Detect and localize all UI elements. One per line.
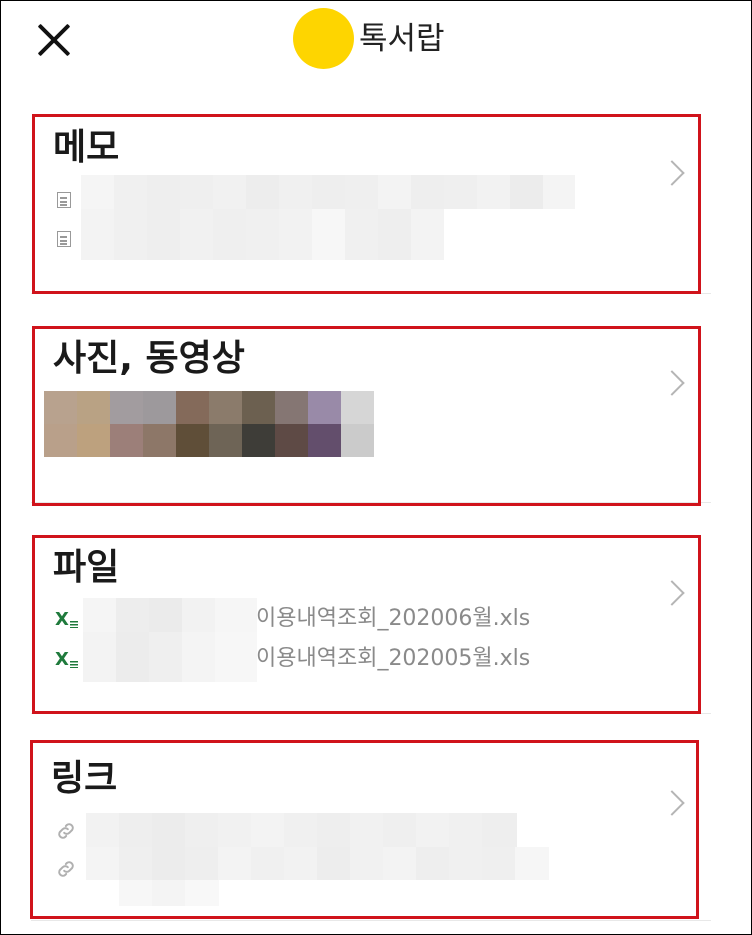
memo-icon — [57, 231, 71, 247]
app-frame: 톡서랍 메모 사진, 동영상 파일 X 이용내역조회_202006월.xls X… — [0, 0, 752, 935]
avatar — [293, 8, 354, 69]
memo-icon — [57, 192, 71, 208]
link-icon — [58, 861, 74, 877]
divider — [31, 920, 711, 921]
media-section[interactable]: 사진, 동영상 — [32, 326, 701, 506]
memo-section[interactable]: 메모 — [32, 114, 701, 294]
page-title: 톡서랍 — [359, 21, 445, 57]
memo-preview-blurred — [81, 209, 444, 260]
excel-icon: X — [55, 611, 79, 629]
link-preview-blurred — [86, 813, 517, 847]
close-icon[interactable] — [35, 21, 73, 59]
chevron-right-icon[interactable] — [659, 160, 685, 186]
media-thumbnails-blurred — [44, 391, 374, 457]
chevron-right-icon[interactable] — [659, 370, 685, 396]
file-name[interactable]: 이용내역조회_202006월.xls — [256, 605, 530, 633]
memo-section-title: 메모 — [53, 127, 120, 168]
link-preview-blurred — [86, 847, 549, 880]
file-name[interactable]: 이용내역조회_202005월.xls — [256, 645, 530, 673]
file-prefix-blurred — [83, 632, 257, 682]
files-section-title: 파일 — [53, 547, 120, 588]
media-section-title: 사진, 동영상 — [53, 338, 245, 379]
link-icon — [58, 823, 74, 839]
files-section[interactable]: 파일 X 이용내역조회_202006월.xls X 이용내역조회_202005월… — [32, 535, 701, 714]
links-section[interactable]: 링크 — [30, 740, 699, 919]
chevron-right-icon[interactable] — [659, 790, 685, 816]
memo-preview-blurred — [81, 175, 575, 209]
file-prefix-blurred — [83, 598, 257, 632]
link-preview-blurred — [119, 880, 219, 906]
links-section-title: 링크 — [51, 758, 118, 799]
excel-icon: X — [55, 651, 79, 669]
chevron-right-icon[interactable] — [659, 580, 685, 606]
